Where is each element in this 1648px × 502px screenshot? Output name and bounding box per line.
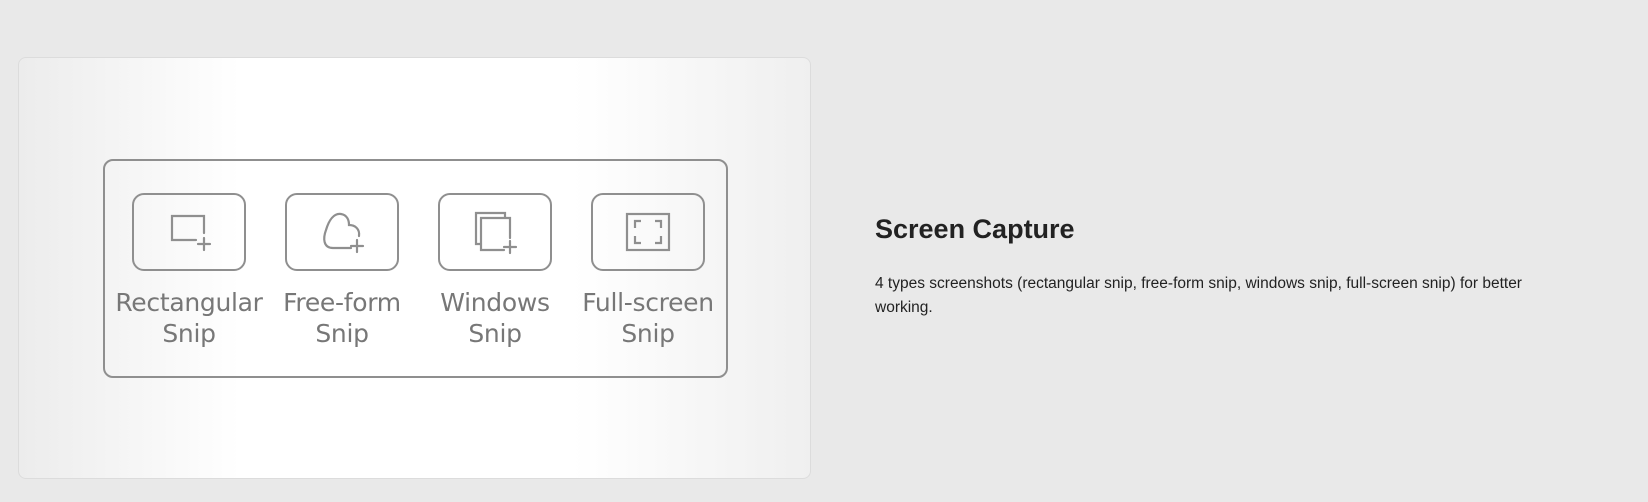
windows-snip-icon (438, 193, 552, 271)
free-form-snip-option: Free-form Snip (258, 193, 426, 363)
free-form-snip-label: Free-form Snip (283, 288, 401, 348)
feature-title: Screen Capture (875, 214, 1075, 244)
feature-image-card: Rectangular Snip Free-form Snip Windows … (18, 57, 811, 479)
rectangular-snip-label: Rectangular Snip (115, 288, 263, 348)
windows-snip-option: Windows Snip (411, 193, 579, 363)
full-screen-snip-option: Full-screen Snip (564, 193, 732, 363)
free-form-snip-icon (285, 193, 399, 271)
full-screen-snip-icon (591, 193, 705, 271)
rectangular-snip-option: Rectangular Snip (105, 193, 273, 363)
full-screen-snip-label: Full-screen Snip (582, 288, 714, 348)
feature-description: 4 types screenshots (rectangular snip, f… (875, 275, 1522, 316)
rectangular-snip-icon (132, 193, 246, 271)
windows-snip-label: Windows Snip (440, 288, 550, 348)
snip-mode-panel: Rectangular Snip Free-form Snip Windows … (103, 159, 728, 378)
